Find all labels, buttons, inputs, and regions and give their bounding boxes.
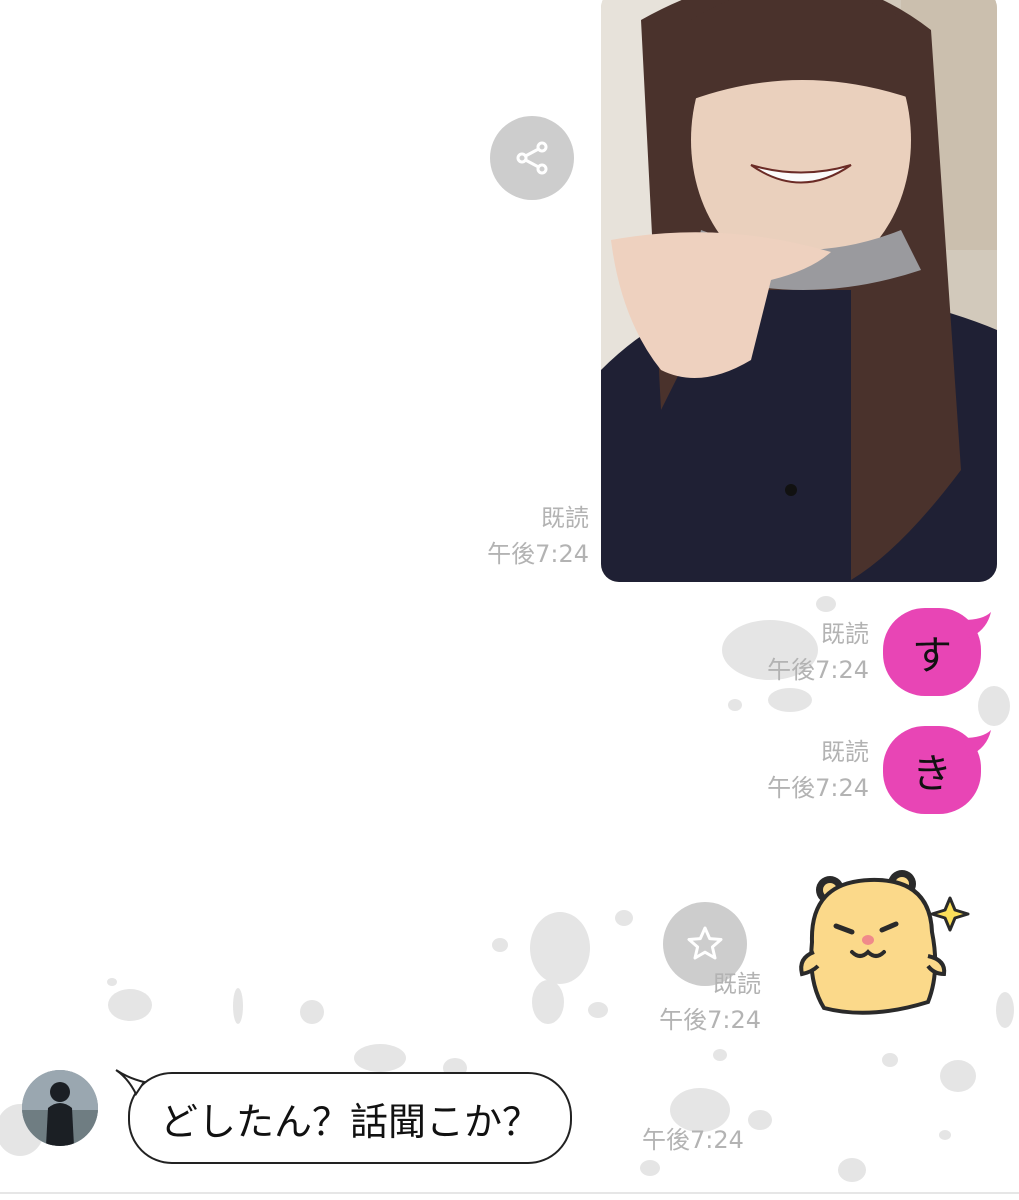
- message-text: す: [912, 633, 952, 679]
- incoming-meta: 午後7:24: [642, 1122, 744, 1158]
- timestamp: 午後7:24: [767, 656, 869, 684]
- photo-message[interactable]: [601, 0, 997, 582]
- timestamp: 午後7:24: [659, 1006, 761, 1034]
- msg-ki-meta: 既読 午後7:24: [767, 734, 869, 806]
- share-icon: [516, 141, 548, 175]
- bubble-tail: [963, 730, 991, 756]
- input-divider: [0, 1192, 1019, 1194]
- message-text: どしたん？話聞こか？: [160, 1099, 541, 1144]
- bubble-tail: [963, 612, 991, 638]
- contact-avatar[interactable]: [22, 1070, 98, 1146]
- chat-view: 既読 午後7:24 既読 午後7:24 す 既読 午後7:24 き 既読 午後7…: [0, 0, 1019, 1200]
- message-text: き: [912, 751, 952, 797]
- star-icon: [687, 926, 723, 960]
- outgoing-message-bubble[interactable]: き: [883, 726, 991, 814]
- read-label: 既読: [541, 504, 589, 532]
- photo-image: [601, 0, 997, 582]
- read-label: 既読: [713, 970, 761, 998]
- read-label: 既読: [821, 738, 869, 766]
- msg-su-meta: 既読 午後7:24: [767, 616, 869, 688]
- read-label: 既読: [821, 620, 869, 648]
- photo-meta: 既読 午後7:24: [487, 500, 589, 572]
- timestamp: 午後7:24: [487, 540, 589, 568]
- share-button[interactable]: [490, 116, 574, 200]
- hamster-sticker[interactable]: [790, 862, 980, 1032]
- bubble-tail: [115, 1069, 146, 1096]
- timestamp: 午後7:24: [642, 1126, 744, 1154]
- outgoing-message-bubble[interactable]: す: [883, 608, 991, 696]
- avatar-image: [22, 1070, 98, 1146]
- incoming-message-bubble[interactable]: どしたん？話聞こか？: [115, 1069, 573, 1164]
- timestamp: 午後7:24: [767, 774, 869, 802]
- sticker-meta: 既読 午後7:24: [659, 966, 761, 1038]
